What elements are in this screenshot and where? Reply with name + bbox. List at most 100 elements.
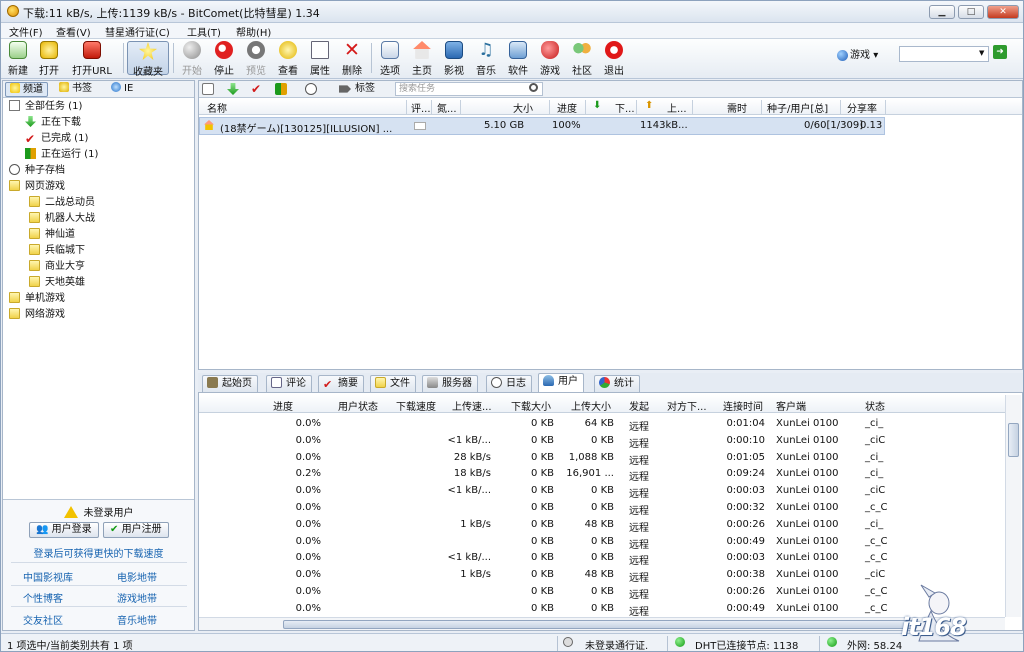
peer-row[interactable]: 0.0% 0 KB 0 KB 远程 0:00:26 XunLei 0100 _c_C [199, 584, 1005, 601]
peer-row[interactable]: 0.0% 0 KB 0 KB 远程 0:00:32 XunLei 0100 _c_C [199, 500, 1005, 517]
software-button[interactable]: 软件 [505, 41, 531, 77]
tree-single-games[interactable]: 单机游戏 [9, 291, 65, 307]
col-peer-uploaded[interactable]: 上传大小 [571, 398, 611, 413]
task-search-input[interactable]: 搜索任务 [395, 82, 543, 96]
tab-comments[interactable]: 评论 [266, 375, 312, 392]
col-peer-client[interactable]: 客户端 [776, 398, 806, 413]
peer-row[interactable]: 0.0% 0 KB 64 KB 远程 0:01:04 XunLei 0100 _ci_ [199, 416, 1005, 433]
link-game-zone[interactable]: 游戏地带 [117, 590, 157, 605]
col-health[interactable]: 氮... [437, 100, 457, 115]
tab-log[interactable]: 日志 [486, 375, 532, 392]
col-peer-download-speed[interactable]: 下载速度 [396, 398, 436, 413]
tree-web-games[interactable]: 网页游戏 [9, 179, 65, 195]
peer-row[interactable]: 0.0% 0 KB 0 KB 远程 0:00:49 XunLei 0100 _c_C [199, 534, 1005, 551]
options-button[interactable]: 选项 [377, 41, 403, 77]
tree-game-item[interactable]: 商业大亨 [29, 259, 85, 275]
horizontal-scrollbar[interactable] [199, 617, 1005, 630]
games-button[interactable]: 游戏 [537, 41, 563, 77]
link-blog[interactable]: 个性博客 [23, 590, 63, 605]
tree-running[interactable]: 正在运行 (1) [25, 147, 98, 163]
tab-statistics[interactable]: 统计 [594, 375, 640, 392]
tree-game-item[interactable]: 神仙道 [29, 227, 75, 243]
close-button[interactable]: ✕ [987, 5, 1019, 19]
tree-game-item[interactable]: 二战总动员 [29, 195, 95, 211]
col-rating[interactable]: 评... [411, 100, 431, 115]
link-movie-zone[interactable]: 电影地带 [117, 569, 157, 584]
tree-game-item[interactable]: 天地英雄 [29, 275, 85, 291]
col-eta[interactable]: 需时 [727, 100, 747, 115]
col-peer-initiator[interactable]: 发起 [629, 398, 649, 413]
menu-passport[interactable]: 彗星通行证(C) [105, 24, 170, 39]
delete-button[interactable]: ✕ 删除 [339, 41, 365, 78]
col-seeds-peers[interactable]: 种子/用户[总] [767, 100, 828, 115]
tab-files[interactable]: 文件 [370, 375, 416, 392]
menu-tools[interactable]: 工具(T) [187, 24, 221, 39]
tab-start-page[interactable]: 起始页 [202, 375, 258, 392]
col-peer-connected-time[interactable]: 连接时间 [723, 398, 763, 413]
filter-running-icon[interactable] [275, 83, 287, 95]
menu-file[interactable]: 文件(F) [9, 24, 43, 39]
filter-downloading-icon[interactable] [227, 83, 239, 95]
peer-row[interactable]: 0.2% 18 kB/s 0 KB 16,901 ... 远程 0:09:24 XunLei… [199, 466, 1005, 483]
scroll-thumb[interactable] [1008, 423, 1019, 457]
minimize-button[interactable]: ▁ [929, 5, 955, 19]
movies-button[interactable]: 影视 [441, 41, 467, 77]
tree-game-item[interactable]: 机器人大战 [29, 211, 95, 227]
col-progress[interactable]: 进度 [557, 100, 577, 115]
link-social[interactable]: 交友社区 [23, 612, 63, 627]
stop-button[interactable]: 停止 [211, 41, 237, 77]
open-url-button[interactable]: 打开URL [69, 41, 115, 77]
home-button[interactable]: 主页 [409, 41, 435, 77]
new-button[interactable]: 新建 [5, 41, 31, 77]
peer-row[interactable]: 0.0% 0 KB 0 KB 远程 0:00:49 XunLei 0100 _c_C [199, 601, 1005, 618]
tab-peers[interactable]: 用户 [538, 373, 584, 392]
peer-row[interactable]: 0.0% 28 kB/s 0 KB 1,088 KB 远程 0:01:05 XunLei 0… [199, 450, 1005, 467]
link-movie-library[interactable]: 中国影视库 [23, 569, 73, 584]
community-button[interactable]: 社区 [569, 41, 595, 77]
tree-downloading[interactable]: 正在下载 [25, 115, 81, 131]
select-all-icon[interactable] [202, 83, 214, 95]
menu-view[interactable]: 查看(V) [56, 24, 91, 39]
col-name[interactable]: 名称 [207, 100, 227, 115]
login-promo-link[interactable]: 登录后可获得更快的下载速度 [3, 545, 194, 560]
tag-filter[interactable]: 标签 [355, 82, 375, 96]
col-size[interactable]: 大小 [513, 100, 533, 115]
peer-row[interactable]: 0.0% 1 kB/s 0 KB 48 KB 远程 0:00:38 XunLei 0100 _… [199, 567, 1005, 584]
tree-online-games[interactable]: 网络游戏 [9, 307, 65, 323]
col-peer-status[interactable]: 用户状态 [338, 398, 378, 413]
task-row[interactable]: (18禁ゲーム)[130125][ILLUSION] ... 5.10 GB 1… [199, 117, 885, 135]
search-dropdown-arrow[interactable]: ▼ [979, 49, 984, 57]
scroll-thumb[interactable] [283, 620, 917, 629]
properties-button[interactable]: 属性 [307, 41, 333, 77]
col-upload-speed[interactable]: 上... [667, 100, 687, 115]
favorites-button[interactable]: 收藏夹 [127, 41, 169, 78]
start-button[interactable]: 开始 [179, 41, 205, 77]
tree-torrent-archive[interactable]: 种子存档 [9, 163, 65, 179]
link-music-zone[interactable]: 音乐地带 [117, 612, 157, 627]
tab-summary[interactable]: ✔ 摘要 [318, 375, 364, 392]
peer-row[interactable]: 0.0% 1 kB/s 0 KB 48 KB 远程 0:00:26 XunLei 0100 _… [199, 517, 1005, 534]
go-button[interactable]: ➜ [993, 45, 1007, 59]
col-peer-upload-speed[interactable]: 上传速... [452, 398, 492, 413]
tab-trackers[interactable]: 服务器 [422, 375, 478, 392]
tab-channels[interactable]: 频道 [5, 82, 48, 97]
peer-row[interactable]: 0.0% <1 kB/... 0 KB 0 KB 远程 0:00:03 XunLei 010… [199, 483, 1005, 500]
exit-button[interactable]: 退出 [601, 41, 627, 77]
channel-dropdown[interactable]: 游戏 ▾ [837, 46, 878, 61]
view-button[interactable]: 查看 [275, 41, 301, 77]
login-button[interactable]: 👥 用户登录 [29, 522, 99, 538]
tree-all-tasks[interactable]: 全部任务 (1) [9, 99, 82, 115]
filter-archive-icon[interactable] [305, 83, 317, 95]
col-peer-progress[interactable]: 进度 [273, 398, 293, 413]
maximize-button[interactable]: □ [958, 5, 984, 19]
col-peer-flags[interactable]: 状态 [865, 398, 885, 413]
col-peer-remote-progress[interactable]: 对方下... [667, 398, 707, 413]
vertical-scrollbar[interactable] [1005, 395, 1021, 617]
web-search-input[interactable] [899, 46, 989, 62]
col-share-ratio[interactable]: 分享率 [847, 100, 877, 115]
tab-ie[interactable]: IE [107, 82, 137, 97]
tab-bookmarks[interactable]: 书签 [55, 82, 96, 97]
title-bar[interactable]: 下载:11 kB/s, 上传:1139 kB/s - BitComet(比特彗星… [1, 1, 1023, 23]
peer-row[interactable]: 0.0% <1 kB/... 0 KB 0 KB 远程 0:00:10 XunLei 010… [199, 433, 1005, 450]
open-button[interactable]: 打开 [36, 41, 62, 77]
